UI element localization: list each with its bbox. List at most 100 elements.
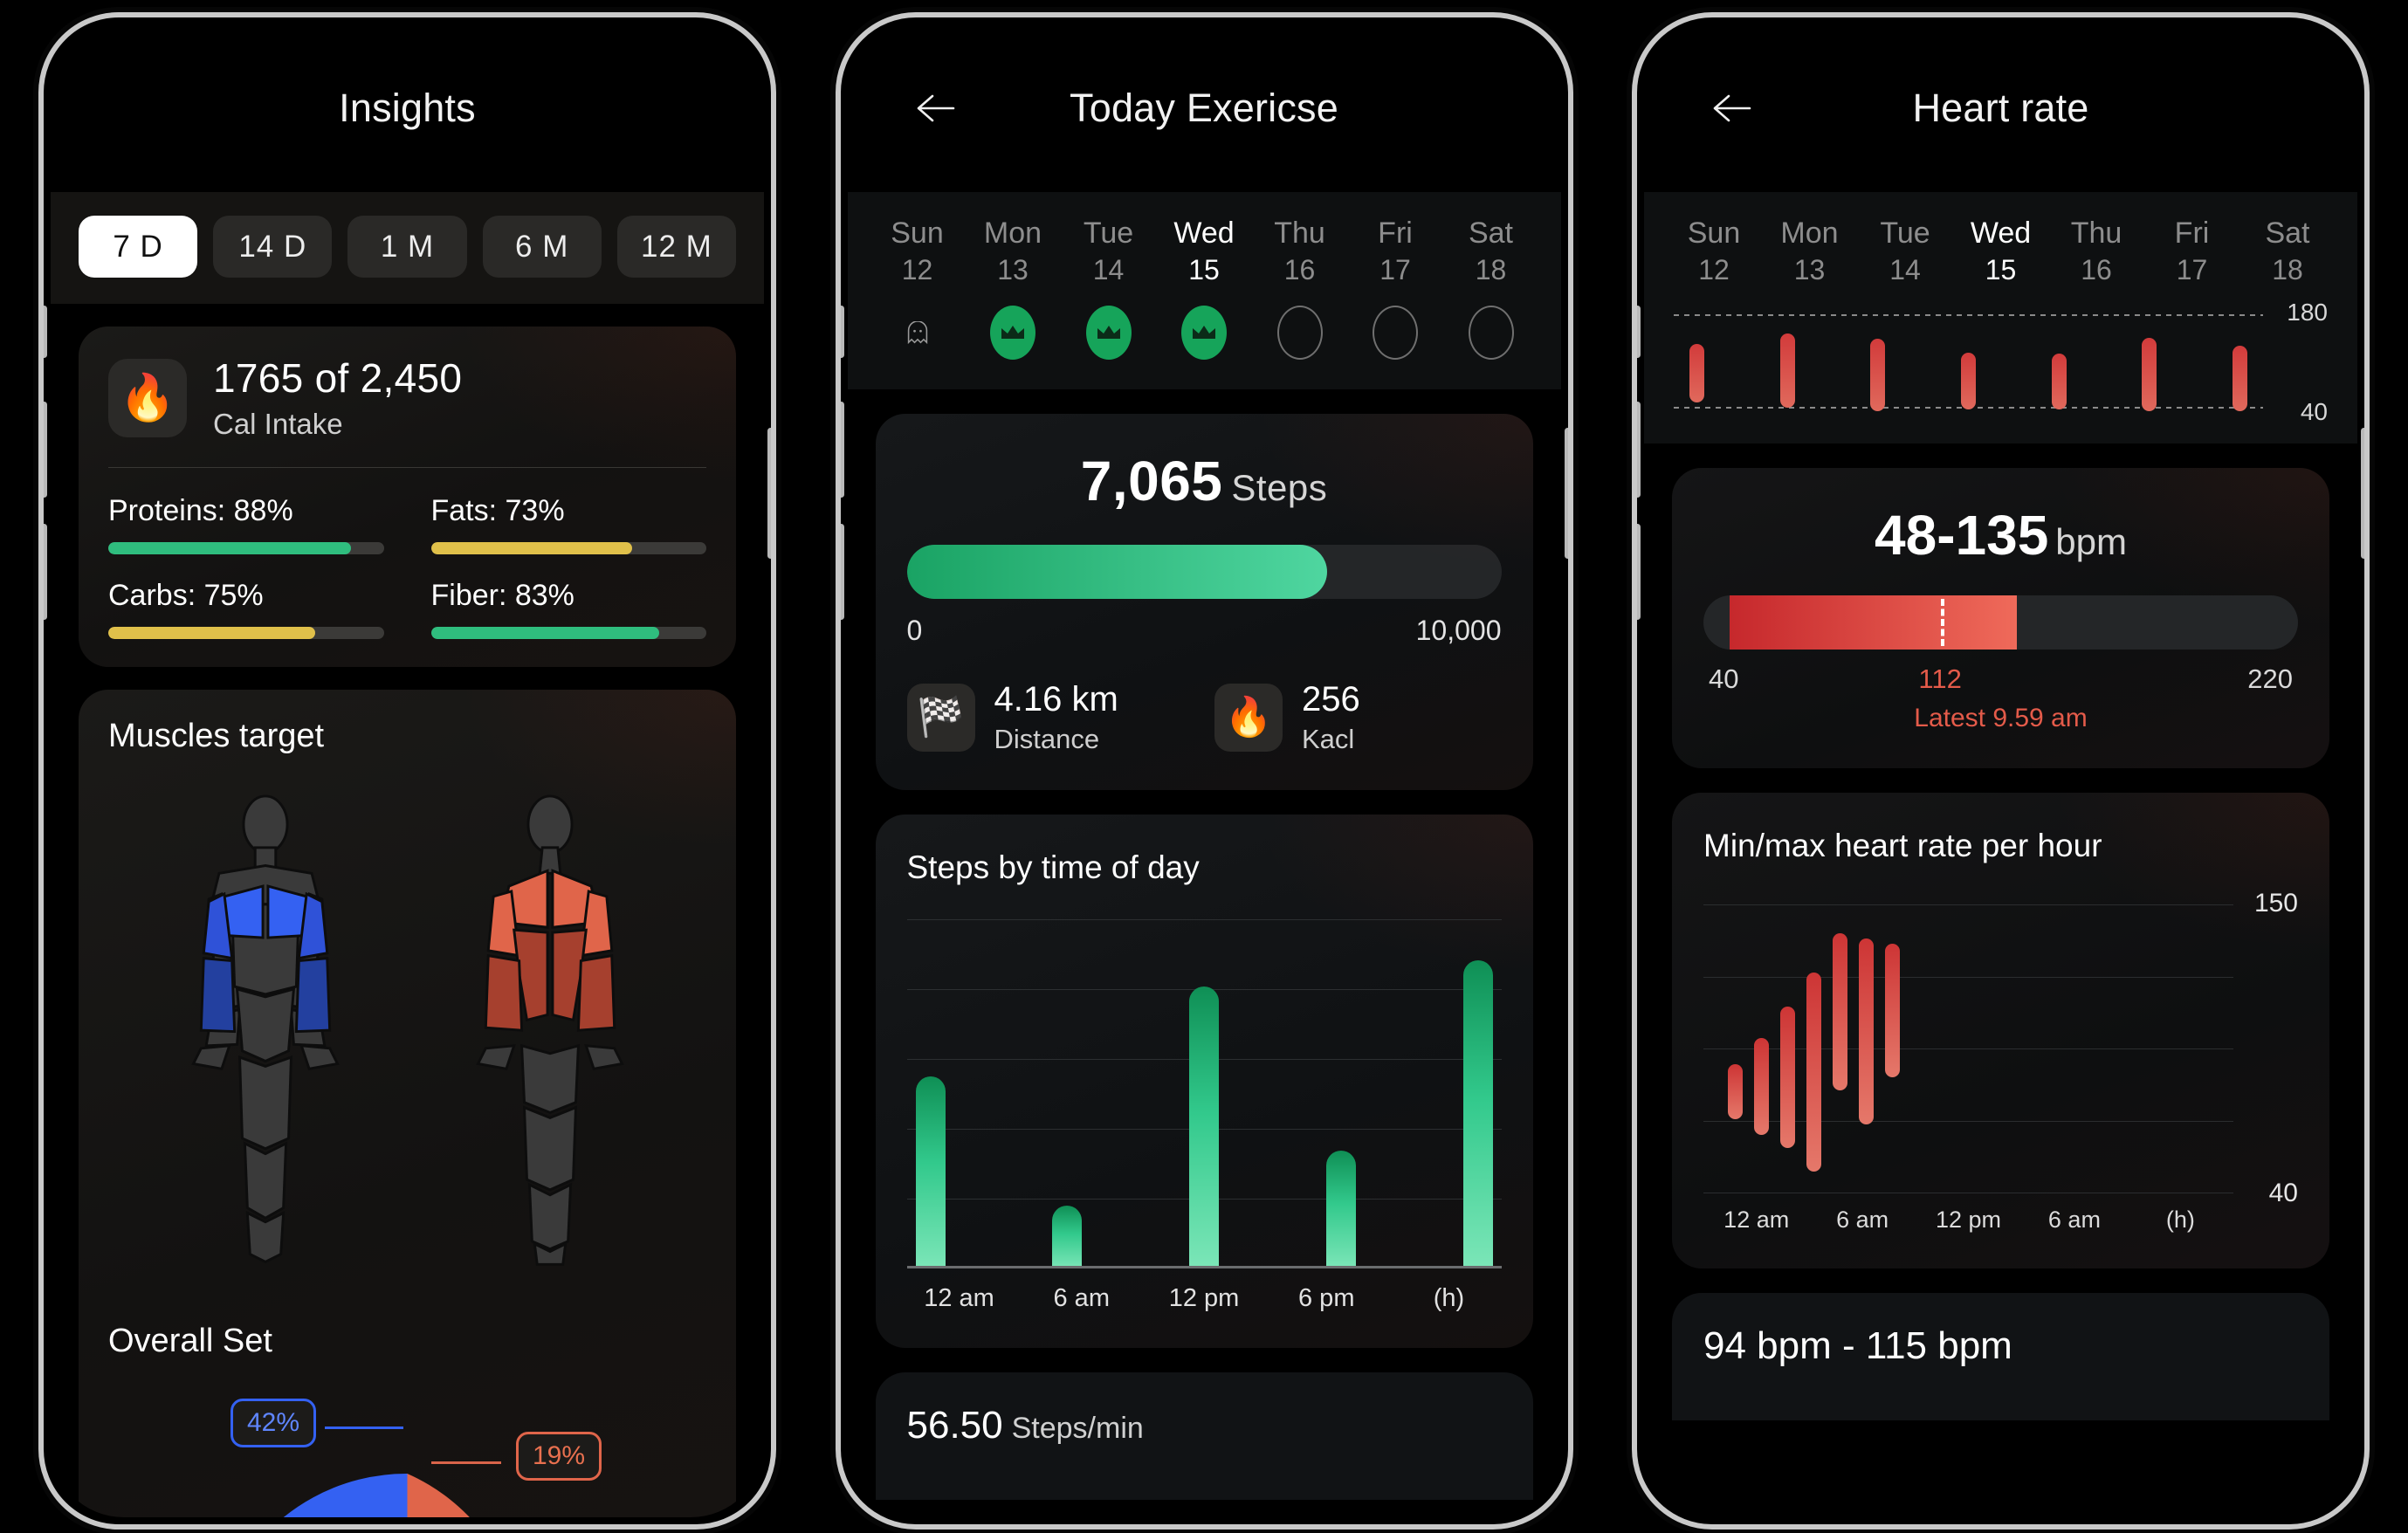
day-name: Sat xyxy=(1468,217,1514,250)
phone2-volume-up[interactable] xyxy=(840,402,844,498)
stat-calories-text: 256 Kacl xyxy=(1302,680,1360,755)
day-number: 16 xyxy=(1283,254,1316,285)
phone1-power-button[interactable] xyxy=(767,428,771,559)
day-mon[interactable]: Mon 13 xyxy=(973,217,1053,286)
day-tue[interactable]: Tue 14 xyxy=(1865,217,1945,286)
day-wed[interactable]: Wed 15 xyxy=(1164,217,1244,286)
phone1-silent-switch[interactable] xyxy=(44,306,47,358)
macro-fiber: Fiber: 83% xyxy=(430,579,706,639)
stat-calories-value: 256 xyxy=(1302,680,1360,718)
muscles-target-card: Muscles target Overall Set 42% 19% xyxy=(79,690,736,1517)
badge-wed xyxy=(1164,306,1244,360)
day-name: Mon xyxy=(983,217,1042,250)
arrow-left-icon[interactable] xyxy=(911,84,960,133)
day-number: 17 xyxy=(1379,254,1411,285)
phone3-silent-switch[interactable] xyxy=(1637,306,1641,358)
day-tue[interactable]: Tue 14 xyxy=(1069,217,1149,286)
segment-12m[interactable]: 12 M xyxy=(616,216,737,278)
x-label: 12 am xyxy=(1723,1206,1790,1233)
phone1-volume-down[interactable] xyxy=(44,524,47,620)
arrow-left-icon[interactable] xyxy=(1707,84,1756,133)
segment-6m[interactable]: 6 M xyxy=(482,216,602,278)
body-back-icon xyxy=(475,794,624,1266)
day-sun[interactable]: Sun 12 xyxy=(1674,217,1754,286)
x-label: (h) xyxy=(2165,1206,2195,1233)
phone3-volume-up[interactable] xyxy=(1637,402,1641,498)
segment-14d[interactable]: 14 D xyxy=(213,216,333,278)
exercise-scroll[interactable]: 7,065 Steps 0 10,000 🏁 4.16 km Distance … xyxy=(848,414,1561,1500)
day-name: Wed xyxy=(1970,217,2032,250)
stat-calories-label: Kacl xyxy=(1302,724,1355,754)
stat-distance: 🏁 4.16 km Distance xyxy=(906,680,1194,755)
day-name: Tue xyxy=(1880,217,1930,250)
macro-proteins: Proteins: 88% xyxy=(108,494,384,554)
day-sat[interactable]: Sat 18 xyxy=(2247,217,2328,286)
x-label: 6 pm xyxy=(1298,1284,1355,1312)
day-fri[interactable]: Fri 17 xyxy=(1355,217,1435,286)
steps-by-time-card: Steps by time of day 12 am 6 am 12 pm 6 pm (… xyxy=(875,815,1533,1348)
day-sun[interactable]: Sun 12 xyxy=(877,217,958,286)
hr-chart-title: Min/max heart rate per hour xyxy=(1703,828,2102,863)
stat-distance-text: 4.16 km Distance xyxy=(994,680,1118,755)
crown-icon xyxy=(1085,306,1132,360)
day-thu[interactable]: Thu 16 xyxy=(2056,217,2136,286)
macro-track-carbs xyxy=(108,627,384,639)
day-number: 12 xyxy=(1698,254,1730,285)
phone2-volume-down[interactable] xyxy=(840,524,844,620)
phone2-power-button[interactable] xyxy=(1564,428,1568,559)
hr-bar-wed-15 xyxy=(1960,309,1976,414)
card-divider xyxy=(108,467,706,468)
bpm-scale-max: 220 xyxy=(2247,663,2293,694)
day-number: 18 xyxy=(2272,254,2303,285)
segment-1m[interactable]: 1 M xyxy=(347,216,467,278)
phone3-screen: Heart rate Sun 12 Mon 13 Tue 14 Wed 15 T… xyxy=(1644,24,2357,1517)
day-name: Sun xyxy=(1687,217,1741,250)
phone1-volume-up[interactable] xyxy=(44,402,47,498)
phone2-silent-switch[interactable] xyxy=(840,306,844,358)
day-badges xyxy=(877,306,1531,360)
hr-hour-bar xyxy=(1833,933,1847,1090)
macro-track-proteins xyxy=(108,542,384,554)
exercise-header: Today Exericse xyxy=(847,24,1561,192)
heart-rate-scroll[interactable]: 48-135 bpm 40 112 220 Latest 9.59 am Min… xyxy=(1644,468,2357,1420)
day-number: 14 xyxy=(1092,254,1125,285)
day-thu[interactable]: Thu 16 xyxy=(1260,217,1340,286)
hr-hour-bar xyxy=(1754,1038,1769,1135)
hr-bar-thu-16 xyxy=(2051,309,2067,414)
badge-sat xyxy=(1451,306,1531,360)
gridline-bottom-label: 40 xyxy=(2300,398,2328,425)
bpm-scale: 40 112 220 xyxy=(1703,663,2298,698)
badge-tue xyxy=(1069,306,1149,360)
hr-range-bar xyxy=(2142,338,2157,411)
insights-scroll[interactable]: 🔥 1765 of 2,450 Cal Intake Proteins: 88% xyxy=(51,327,764,1517)
heart-rate-header: Heart rate xyxy=(1644,24,2357,192)
phone3-volume-down[interactable] xyxy=(1637,524,1641,620)
day-name: Thu xyxy=(1274,217,1325,250)
day-number: 14 xyxy=(1889,254,1921,285)
stat-distance-value: 4.16 km xyxy=(994,680,1118,718)
page-title: Heart rate xyxy=(1912,86,2089,130)
day-number: 13 xyxy=(997,254,1029,285)
day-mon[interactable]: Mon 13 xyxy=(1770,217,1850,286)
day-name: Fri xyxy=(2174,217,2210,250)
steps-progress-fill xyxy=(906,545,1327,599)
calorie-row: 🔥 1765 of 2,450 Cal Intake xyxy=(108,354,706,441)
steps-progress-track xyxy=(906,545,1502,599)
badge-mon xyxy=(973,306,1053,360)
day-name: Sat xyxy=(2265,217,2310,250)
stat-distance-label: Distance xyxy=(994,724,1100,754)
crown-icon xyxy=(1181,306,1227,360)
overall-set-gauge: 42% 19% xyxy=(108,1390,706,1517)
empty-circle-icon xyxy=(1276,306,1323,360)
day-fri[interactable]: Fri 17 xyxy=(2152,217,2233,286)
x-label: 6 am xyxy=(2047,1206,2101,1233)
fire-icon: 🔥 xyxy=(1214,684,1283,752)
day-wed[interactable]: Wed 15 xyxy=(1961,217,2041,286)
day-sat[interactable]: Sat 18 xyxy=(1451,217,1531,286)
exercise-body: Sun 12 Mon 13 Tue 14 Wed 15 Thu 16 Fri 1… xyxy=(847,192,1561,1517)
phone3-power-button[interactable] xyxy=(2361,428,2364,559)
hr-range-bar xyxy=(1960,352,1976,409)
x-label: 12 am xyxy=(924,1284,994,1312)
steps-bars xyxy=(915,919,1493,1268)
segment-7d[interactable]: 7 D xyxy=(79,216,198,278)
